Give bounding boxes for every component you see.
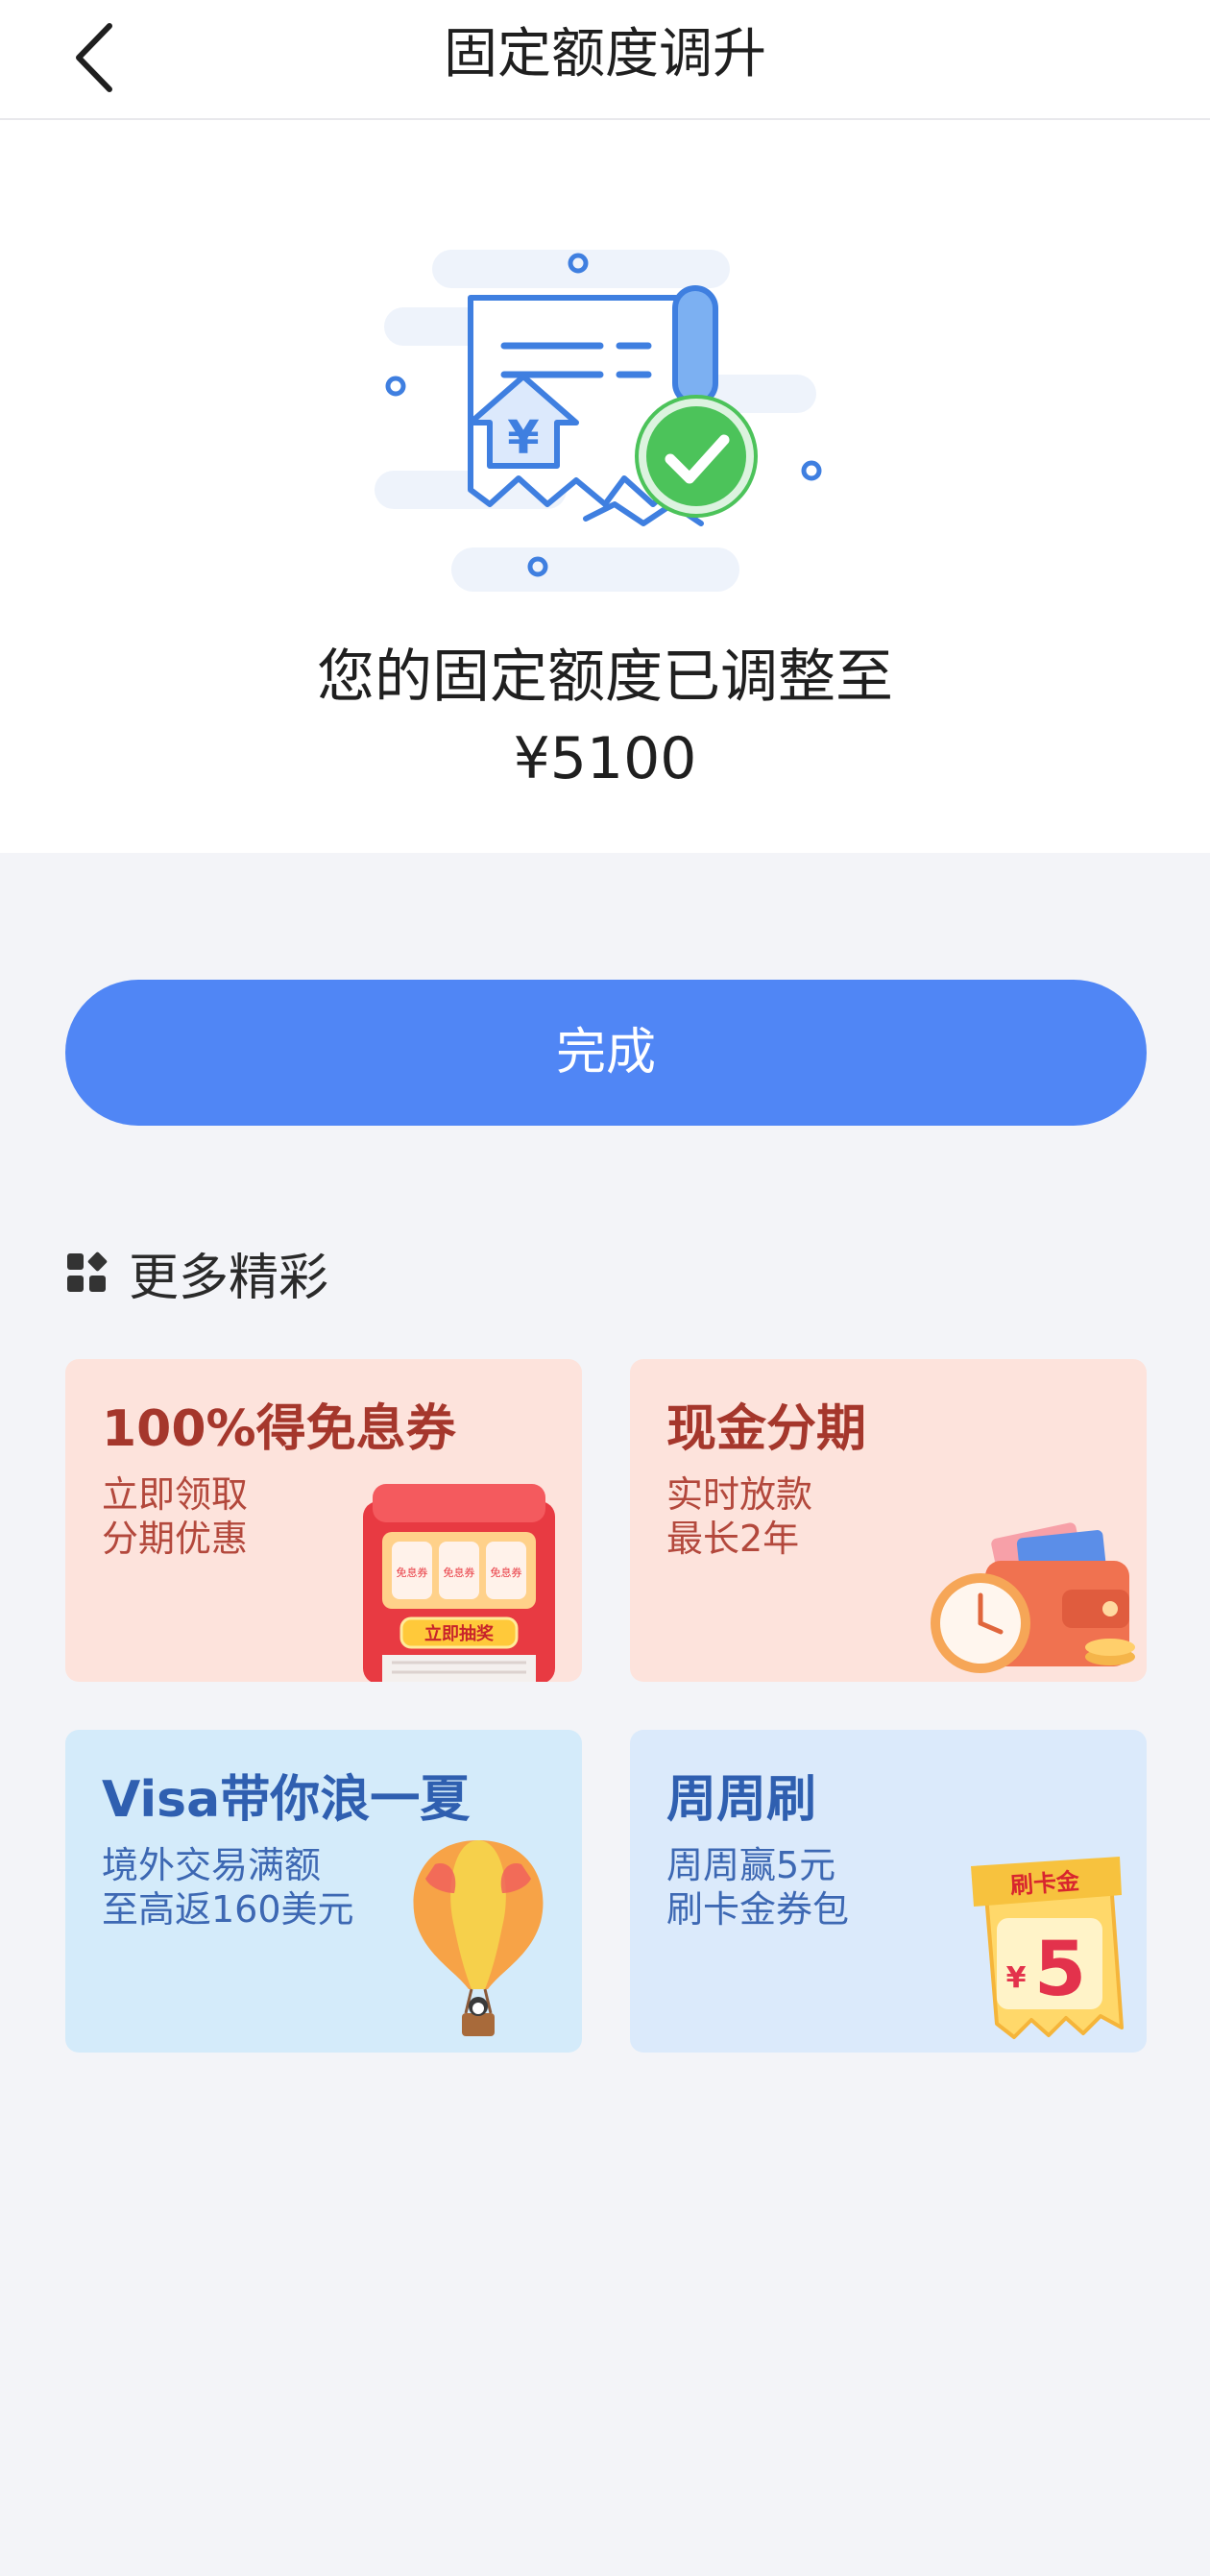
new-limit-amount: ¥5100 [513,725,697,792]
top-nav-bar: 固定额度调升 [0,0,1210,120]
card-subtitle-line1: 周周赢5元 [666,1844,836,1886]
slot-machine-icon: 免息券 免息券 免息券 立即抽奖 [363,1484,555,1682]
card-title: 周周刷 [666,1771,817,1829]
limit-raised-illustration: ¥ [375,250,822,592]
card-title: Visa带你浪一夏 [102,1771,471,1829]
more-section-header: 更多精彩 [65,1239,329,1307]
wallet-clock-icon [931,1522,1135,1673]
coupon-currency: ¥ [1006,1961,1027,1995]
slot-label: 免息券 [397,1566,428,1579]
card-subtitle-line2: 刷卡金券包 [666,1888,850,1931]
coupon-value: 5 [1034,1927,1086,2013]
result-panel: ¥ 您的固定额度已调整至 ¥5100 [0,120,1210,853]
done-button[interactable]: 完成 [65,980,1147,1126]
grid-icon [67,1252,108,1292]
coupon-ticket-icon: 刷卡金 ¥ 5 [971,1857,1124,2039]
slot-machine-label: 立即抽奖 [424,1623,495,1644]
hot-air-balloon-icon [413,1840,544,2036]
slot-label: 免息券 [491,1566,522,1579]
page-title: 固定额度调升 [444,23,766,85]
card-subtitle-line1: 境外交易满额 [102,1844,322,1886]
card-subtitle-line2: 分期优惠 [102,1518,249,1560]
more-section-title: 更多精彩 [129,1249,329,1307]
card-subtitle-line2: 至高返160美元 [102,1888,354,1931]
yuan-symbol: ¥ [507,411,539,465]
card-subtitle-line2: 最长2年 [666,1518,800,1560]
promo-card-visa-summer[interactable]: Visa带你浪一夏 境外交易满额 至高返160美元 [65,1730,582,2053]
promo-card-interest-free-coupon[interactable]: 100%得免息券 立即领取 分期优惠 免息券 免息券 免息券 立即抽奖 [65,1359,582,1682]
result-message: 您的固定额度已调整至 [317,644,893,711]
promo-card-weekly-swipe[interactable]: 周周刷 周周赢5元 刷卡金券包 刷卡金 ¥ 5 [630,1730,1147,2053]
card-subtitle-line1: 立即领取 [102,1473,249,1516]
promo-card-cash-installment[interactable]: 现金分期 实时放款 最长2年 [630,1359,1147,1682]
card-title: 现金分期 [666,1400,867,1458]
card-subtitle-line1: 实时放款 [666,1473,813,1516]
slot-label: 免息券 [444,1566,475,1579]
coupon-label: 刷卡金 [1009,1867,1081,1899]
card-title: 100%得免息券 [102,1400,456,1458]
